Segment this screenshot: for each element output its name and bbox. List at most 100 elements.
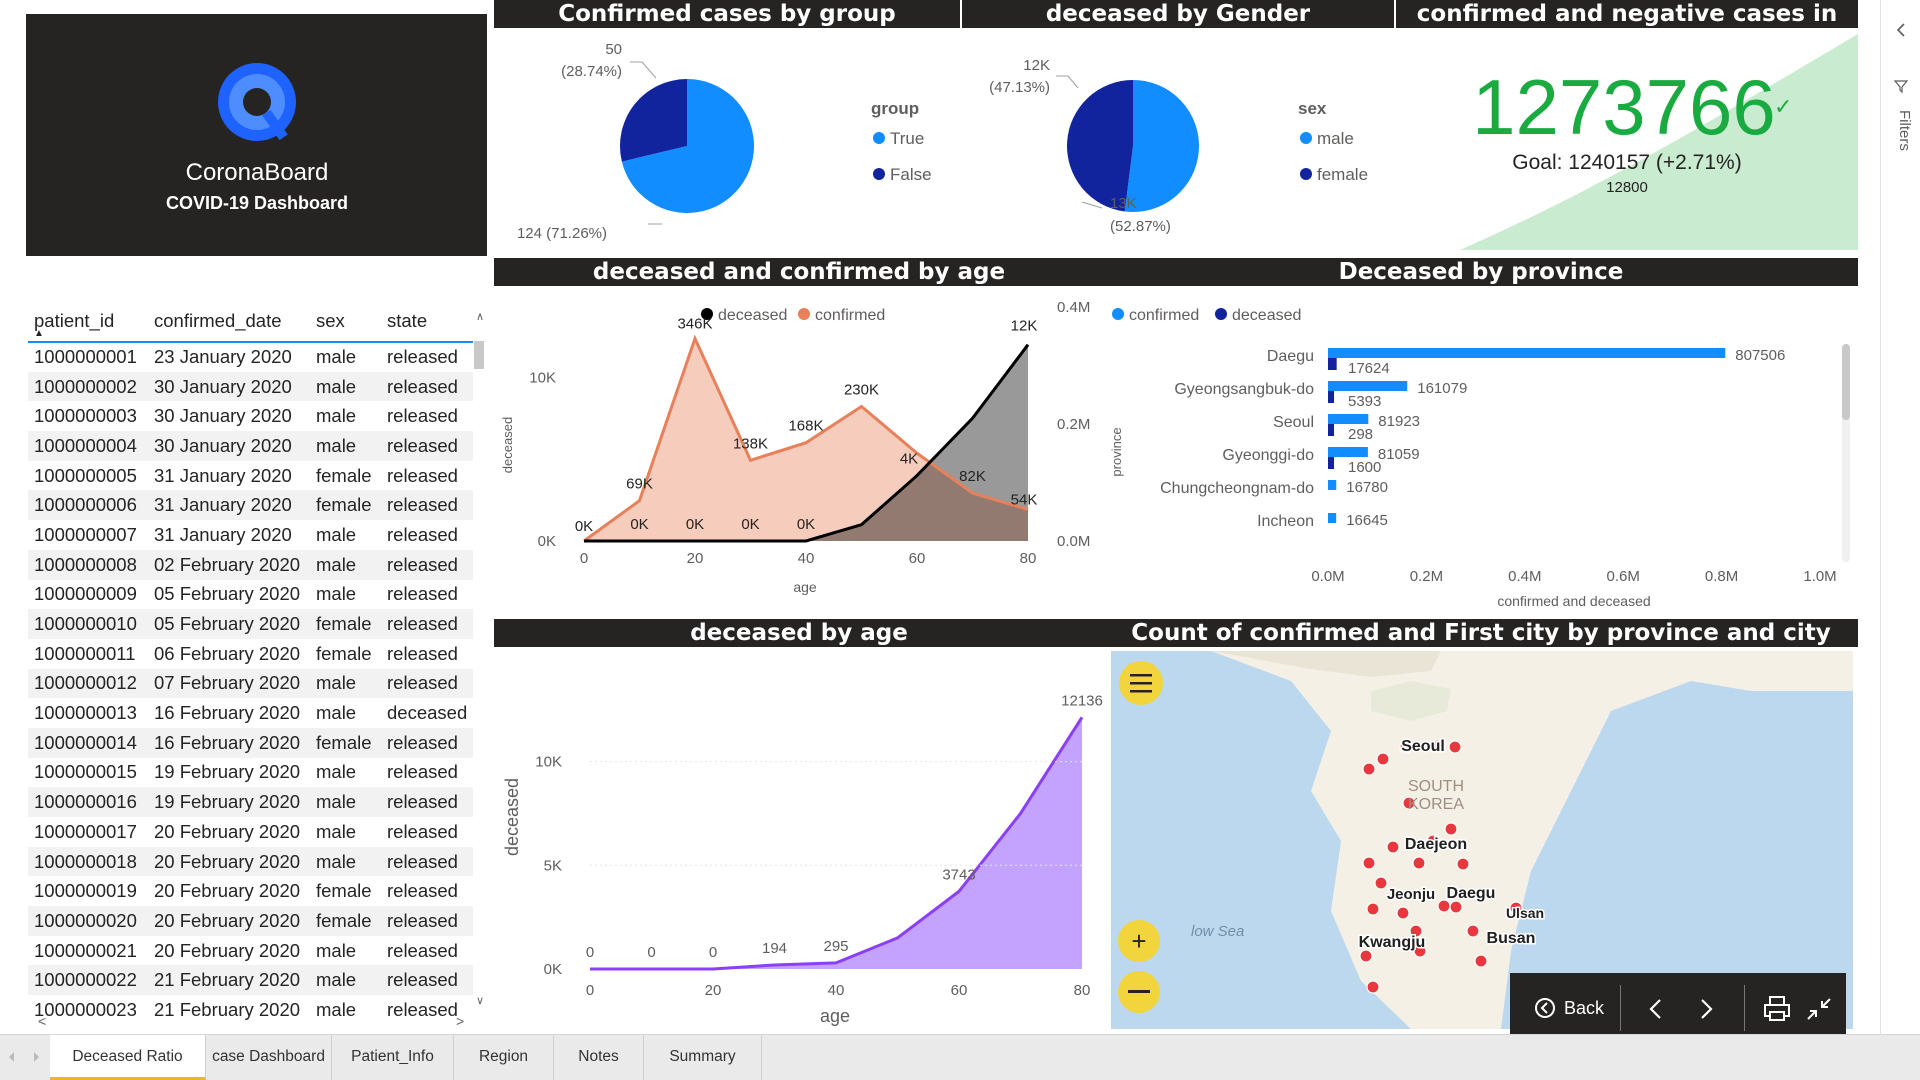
filters-pane[interactable]: Filters [1880, 0, 1920, 1034]
print-icon[interactable] [1762, 995, 1792, 1023]
scroll-up-icon[interactable]: ∧ [476, 311, 484, 323]
previous-page-icon[interactable] [1644, 997, 1668, 1021]
exit-fullscreen-icon[interactable] [1804, 995, 1834, 1023]
table-row[interactable]: 1000000001 23 January 2020 male released [28, 342, 473, 372]
scroll-thumb[interactable] [474, 341, 484, 369]
deceased-age-chart[interactable]: 0K 5K 10K 0 20 40 60 80 0 0 0 194 295 3743 12136 decea… [494, 649, 1104, 1034]
legend-item-female[interactable]: female [1317, 165, 1368, 184]
province-plot-area[interactable]: Daegu 807506 17624 Gyeongsangbuk-do 161079 53… [1160, 347, 1837, 585]
table-row[interactable]: 1000000012 07 February 2020 male released [28, 668, 473, 699]
city-marker[interactable] [1474, 954, 1488, 968]
table-row[interactable]: 1000000020 20 February 2020 female released [28, 906, 473, 936]
table-row[interactable]: 1000000022 21 February 2020 male released [28, 965, 473, 996]
bar-confirmed[interactable] [1328, 513, 1337, 523]
legend-item-false[interactable]: False [890, 165, 932, 184]
scroll-left-icon[interactable]: < [38, 1013, 46, 1029]
table-row[interactable]: 1000000009 05 February 2020 male released [28, 580, 473, 610]
bar-confirmed[interactable] [1328, 447, 1368, 457]
bar-deceased[interactable] [1328, 358, 1337, 370]
zoom-out-button[interactable] [1118, 971, 1160, 1013]
city-marker[interactable] [1448, 740, 1462, 754]
tab-notes[interactable]: Notes [554, 1035, 644, 1080]
transmission-pie-chart[interactable]: 50 (28.74%) 124 (71.26%) group True Fals… [494, 30, 960, 255]
city-marker[interactable] [1386, 840, 1400, 854]
city-marker[interactable] [1466, 924, 1480, 938]
city-marker[interactable] [1366, 980, 1380, 994]
city-marker[interactable] [1412, 856, 1426, 870]
city-marker[interactable] [1449, 900, 1463, 914]
deceased-area[interactable] [590, 717, 1082, 969]
table-row[interactable]: 1000000016 19 February 2020 male released [28, 787, 473, 817]
table-row[interactable]: 1000000021 20 February 2020 male released [28, 936, 473, 966]
table-row[interactable]: 1000000011 06 February 2020 female released [28, 639, 473, 669]
table-row[interactable]: 1000000002 30 January 2020 male released [28, 371, 473, 402]
bar-confirmed[interactable] [1328, 348, 1726, 358]
deceased-plot-area[interactable]: 0K 5K 10K 0 20 40 60 80 0 0 0 194 295 3743 12136 [535, 692, 1103, 999]
table-row[interactable]: 1000000008 02 February 2020 male released [28, 549, 473, 580]
patient-table-panel[interactable]: patient_id ▲ confirmed_date sex state 100… [28, 300, 489, 1025]
city-marker[interactable] [1366, 902, 1380, 916]
gender-pie-chart[interactable]: 12K (47.13%) 13K (52.87%) sex male femal… [962, 30, 1394, 255]
city-marker[interactable] [1359, 949, 1373, 963]
back-button[interactable]: Back [1534, 993, 1604, 1023]
map-menu-button[interactable] [1119, 661, 1163, 705]
pie-slices[interactable] [620, 79, 754, 214]
legend-item-true[interactable]: True [890, 129, 924, 148]
bar-confirmed[interactable] [1328, 480, 1337, 490]
legend-item-deceased[interactable]: deceased [1232, 307, 1301, 324]
column-header-patient-id[interactable]: patient_id ▲ [28, 300, 148, 343]
table-vertical-scrollbar[interactable]: ∧ ∨ [471, 300, 489, 1012]
table-row[interactable]: 1000000017 20 February 2020 male released [28, 817, 473, 847]
sort-asc-icon[interactable]: ▲ [34, 328, 44, 339]
zoom-in-button[interactable]: + [1118, 920, 1160, 962]
bar-confirmed[interactable] [1328, 381, 1408, 391]
legend-item-confirmed[interactable]: confirmed [815, 307, 885, 324]
city-marker[interactable] [1396, 906, 1410, 920]
bar-confirmed[interactable] [1328, 414, 1369, 424]
table-row[interactable]: 1000000010 05 February 2020 female released [28, 609, 473, 639]
scroll-down-icon[interactable]: ∨ [476, 995, 484, 1007]
table-row[interactable]: 1000000005 31 January 2020 female released [28, 461, 473, 491]
table-row[interactable]: 1000000013 16 February 2020 male deceased [28, 698, 473, 728]
city-marker[interactable] [1444, 822, 1458, 836]
legend-item-deceased[interactable]: deceased [718, 307, 787, 324]
tab-deceased-ratio[interactable]: Deceased Ratio [50, 1035, 206, 1080]
tab-case-dashboard[interactable]: case Dashboard [206, 1035, 332, 1080]
column-header-confirmed-date[interactable]: confirmed_date [148, 300, 310, 343]
tab-patient-info[interactable]: Patient_Info [332, 1035, 454, 1080]
city-marker[interactable] [1376, 752, 1390, 766]
bar-deceased[interactable] [1328, 457, 1334, 469]
table-row[interactable]: 1000000015 19 February 2020 male released [28, 758, 473, 788]
table-row[interactable]: 1000000014 16 February 2020 female released [28, 727, 473, 758]
pie-slice-male[interactable] [1124, 80, 1199, 212]
patient-table[interactable]: patient_id ▲ confirmed_date sex state 100… [28, 300, 473, 1025]
city-marker[interactable] [1362, 856, 1376, 870]
tab-scroll-arrows[interactable] [4, 1049, 44, 1065]
age-combo-chart[interactable]: deceased confirmed 0K 69K 346K 138K 168K 230K… [494, 288, 1104, 604]
next-page-icon[interactable] [1694, 997, 1718, 1021]
table-row[interactable]: 1000000007 31 January 2020 male released [28, 520, 473, 550]
combo-plot-area[interactable]: 0K 69K 346K 138K 168K 230K 82K 54K 0K 0K 0K 0K 4K 12K [575, 316, 1038, 543]
city-marker[interactable] [1374, 876, 1388, 890]
bar-deceased[interactable] [1328, 424, 1334, 436]
bar-deceased[interactable] [1328, 391, 1334, 403]
column-header-state[interactable]: state [381, 300, 473, 343]
table-row[interactable]: 1000000004 30 January 2020 male released [28, 431, 473, 461]
city-marker[interactable] [1362, 762, 1376, 776]
collapse-pane-icon[interactable] [1891, 20, 1911, 40]
table-row[interactable]: 1000000003 30 January 2020 male released [28, 401, 473, 431]
column-header-sex[interactable]: sex [310, 300, 381, 343]
table-row[interactable]: 1000000019 20 February 2020 female released [28, 876, 473, 906]
city-marker[interactable] [1456, 857, 1470, 871]
scroll-right-icon[interactable]: > [456, 1013, 464, 1029]
tab-region[interactable]: Region [454, 1035, 554, 1080]
legend-item-male[interactable]: male [1317, 129, 1354, 148]
table-horizontal-scrollbar[interactable]: < > [28, 1012, 468, 1032]
table-row[interactable]: 1000000018 20 February 2020 male released [28, 846, 473, 877]
tab-summary[interactable]: Summary [644, 1035, 762, 1080]
legend-item-confirmed[interactable]: confirmed [1129, 307, 1199, 324]
table-row[interactable]: 1000000006 31 January 2020 female released [28, 490, 473, 521]
kpi-card[interactable]: 1273766 ✓ Goal: 1240157 (+2.71%) 12800 [1396, 30, 1858, 255]
pie-slices[interactable] [1066, 80, 1199, 212]
filters-label[interactable]: Filters [1889, 110, 1913, 170]
